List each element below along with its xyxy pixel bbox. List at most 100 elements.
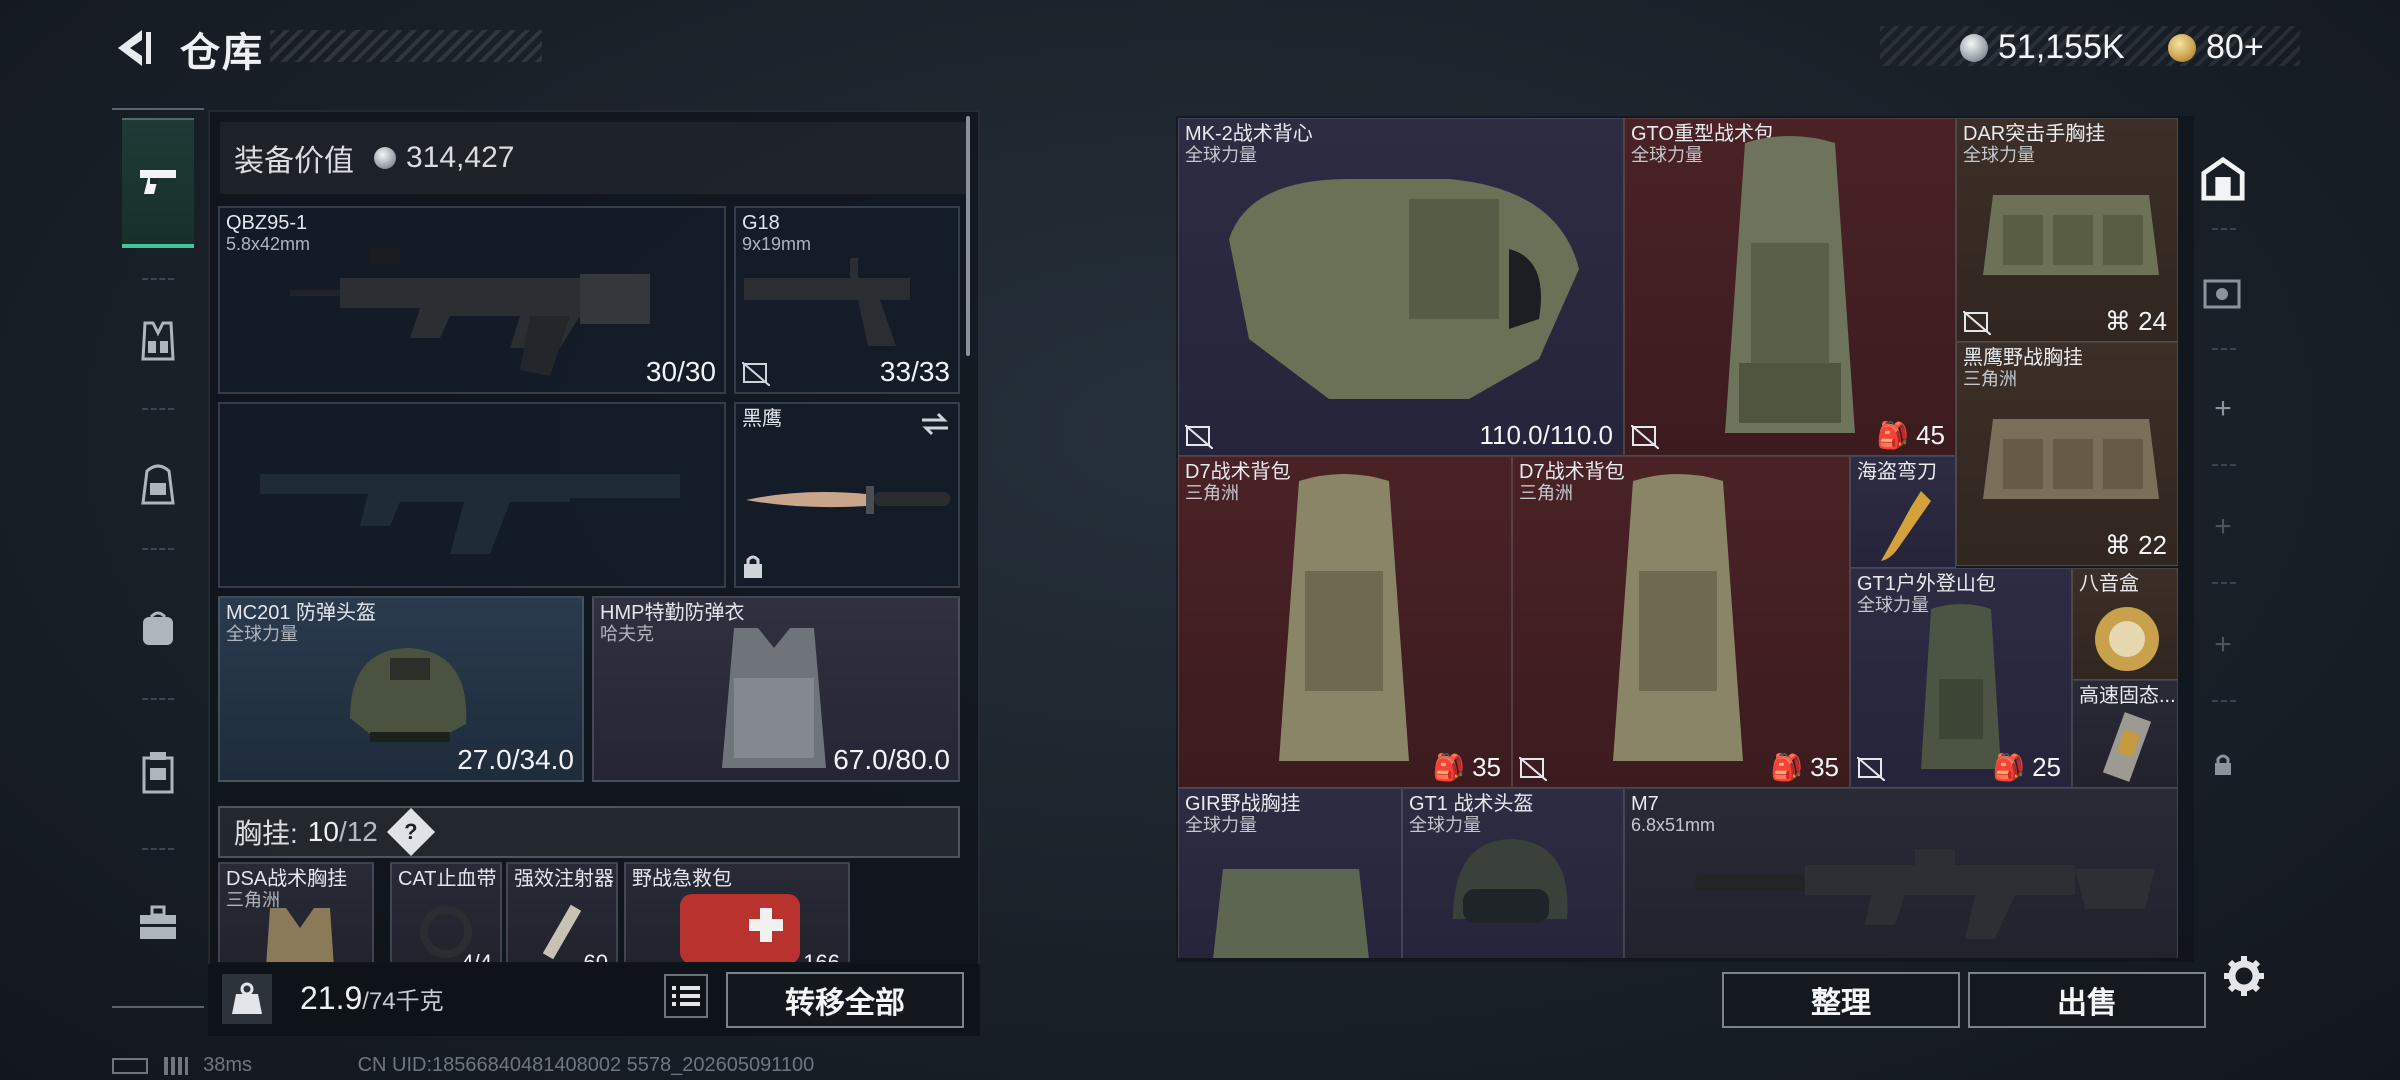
- safe-box-icon: [142, 752, 174, 794]
- equipment-value: 装备价值 314,427: [220, 122, 966, 194]
- bag-icon: [143, 611, 173, 645]
- nav-chest-rig[interactable]: [122, 276, 194, 406]
- category-nav: [112, 108, 204, 1008]
- chest-rig-icon: [141, 321, 175, 361]
- slot-helmet[interactable]: MC201 防弹头盔 全球力量 27.0/34.0: [218, 596, 584, 782]
- list-view-button[interactable]: [664, 974, 708, 1018]
- stash-item-d7-pack-2[interactable]: D7战术背包 三角洲 🎒 35: [1512, 456, 1850, 788]
- uid-text: CN UID:18566840481408002 5578_2026050911…: [357, 1054, 815, 1076]
- add-stash-page-button-3[interactable]: +: [2200, 620, 2246, 670]
- gear-icon: [2224, 956, 2264, 996]
- body-armor-icon: [722, 628, 826, 768]
- heavy-backpack-icon: [1725, 136, 1855, 433]
- transfer-all-button[interactable]: 转移全部: [726, 972, 964, 1028]
- stash-item-d7-pack-1[interactable]: D7战术背包 三角洲 🎒 35: [1178, 456, 1512, 788]
- battery-icon: [112, 1057, 148, 1074]
- chest-rig-item-icon: [1213, 869, 1369, 958]
- chest-rig-used: 10: [307, 816, 339, 847]
- tourniquet-icon: [420, 906, 472, 958]
- organize-button[interactable]: 整理: [1722, 972, 1960, 1028]
- no-insure-icon: [742, 362, 770, 386]
- stash-item-gt1-pack[interactable]: GT1户外登山包 全球力量 🎒 25: [1850, 568, 2072, 788]
- back-button[interactable]: [108, 24, 156, 72]
- currency-silver[interactable]: 51,155K: [1960, 28, 2125, 67]
- equipment-value-number: 314,427: [406, 141, 515, 174]
- no-insure-icon: [1185, 425, 1213, 449]
- swap-icon[interactable]: [920, 412, 950, 436]
- stash-item-mk2-vest[interactable]: MK-2战术背心 全球力量 110.0/110.0: [1178, 118, 1624, 456]
- stash-item-gir-rig[interactable]: GIR野战胸挂 全球力量: [1178, 788, 1402, 958]
- stash-page-nav: + + +: [2200, 118, 2246, 964]
- helmet-icon: [1453, 839, 1568, 923]
- capacity-count: 🎒 45: [1876, 420, 1945, 450]
- chest-rig-item-icon: [1983, 195, 2159, 275]
- no-insure-icon: [1631, 425, 1659, 449]
- capacity-count: ⌘ 22: [2104, 530, 2167, 560]
- loadout-scrollbar[interactable]: [966, 116, 970, 356]
- chest-rig-item-icon: [266, 908, 334, 962]
- cutlass-icon: [1881, 491, 1931, 561]
- help-button[interactable]: ?: [386, 807, 435, 857]
- stash-item-gto-pack[interactable]: GTO重型战术包 全球力量 🎒 45: [1624, 118, 1956, 456]
- lock-icon: [744, 555, 762, 578]
- stash-item-gt1-helmet[interactable]: GT1 战术头盔 全球力量: [1402, 788, 1624, 958]
- stash-item-dar-rig[interactable]: DAR突击手胸挂 全球力量 ⌘ 24: [1956, 118, 2178, 342]
- backpack-item-icon: [1613, 474, 1743, 761]
- silver-coin-icon: [374, 147, 396, 169]
- crate-icon: [2203, 279, 2241, 309]
- stash-item-m7[interactable]: M7 6.8x51mm: [1624, 788, 2178, 958]
- chest-rig-items: DSA战术胸挂 三角洲 CAT止血带 4/4 强效注射器 60 野战急救包 16…: [218, 862, 960, 962]
- rig-item-injector[interactable]: 强效注射器 60: [506, 862, 618, 962]
- no-insure-icon: [1519, 757, 1547, 781]
- nav-backpack[interactable]: [122, 418, 194, 548]
- capacity-count: ⌘ 24: [2104, 306, 2167, 336]
- add-stash-page-button[interactable]: +: [2200, 384, 2246, 434]
- rig-item-firstaid[interactable]: 野战急救包 166: [624, 862, 850, 962]
- rig-item-tourniquet[interactable]: CAT止血带 4/4: [390, 862, 502, 962]
- locked-stash-page[interactable]: [2200, 740, 2246, 790]
- chest-rig-capacity: 胸挂: 10 /12 ?: [218, 806, 960, 858]
- silver-amount: 51,155K: [1998, 28, 2125, 66]
- knife-icon: [746, 486, 950, 514]
- slot-primary-weapon[interactable]: QBZ95-1 5.8x42mm 30/30: [218, 206, 726, 394]
- add-stash-page-button-2[interactable]: +: [2200, 502, 2246, 552]
- capacity-count: 🎒 35: [1770, 752, 1839, 782]
- title-decoration: [270, 30, 542, 62]
- rig-item-dsa[interactable]: DSA战术胸挂 三角洲: [218, 862, 374, 962]
- slot-body-armor[interactable]: HMP特勤防弹衣 哈夫克 67.0/80.0: [592, 596, 960, 782]
- page-title: 仓库: [180, 31, 264, 75]
- capacity-count: 🎒 25: [1992, 752, 2061, 782]
- stash-page-2[interactable]: [2200, 268, 2246, 318]
- rifle-icon: [290, 248, 650, 376]
- tactical-vest-icon: [1229, 179, 1579, 399]
- warehouse-icon: [2201, 156, 2245, 201]
- stash-item-ssd[interactable]: 高速固态...: [2072, 680, 2178, 788]
- backpack-icon: [141, 464, 175, 505]
- nav-toolbox[interactable]: [122, 858, 194, 988]
- sell-button[interactable]: 出售: [1968, 972, 2206, 1028]
- capacity-count: 🎒 35: [1432, 752, 1501, 782]
- stash-item-pirate-cutlass[interactable]: 海盗弯刀: [1850, 456, 1956, 568]
- nav-divider: [112, 108, 204, 110]
- currency-gold[interactable]: 80+: [2168, 28, 2264, 67]
- carry-weight: 21.9/74千克: [300, 980, 444, 1017]
- gold-coin-icon: [2168, 33, 2196, 62]
- slot-melee[interactable]: 黑鹰: [734, 402, 960, 588]
- settings-button[interactable]: [2222, 954, 2266, 998]
- nav-weapons[interactable]: [122, 118, 194, 248]
- status-bar: 38ms CN UID:18566840481408002 5578_20260…: [112, 1054, 814, 1077]
- nav-bag[interactable]: [122, 562, 194, 692]
- stash-item-blackhawk-rig[interactable]: 黑鹰野战胸挂 三角洲 ⌘ 22: [1956, 342, 2178, 566]
- first-aid-kit-icon: [680, 894, 800, 962]
- stash-page-main[interactable]: [2200, 148, 2246, 208]
- rifle-icon: [1695, 849, 2155, 939]
- rifle-silhouette-icon: [260, 474, 680, 554]
- slot-secondary-weapon-empty[interactable]: [218, 402, 726, 588]
- backpack-item-icon: [1279, 474, 1409, 761]
- back-arrow-icon: [118, 30, 151, 66]
- weight-max: /74千克: [362, 988, 444, 1015]
- nav-safe-box[interactable]: [122, 708, 194, 838]
- ping-text: 38ms: [203, 1054, 253, 1076]
- stash-item-music-box[interactable]: 八音盒: [2072, 568, 2178, 680]
- slot-sidearm[interactable]: G18 9x19mm 33/33: [734, 206, 960, 394]
